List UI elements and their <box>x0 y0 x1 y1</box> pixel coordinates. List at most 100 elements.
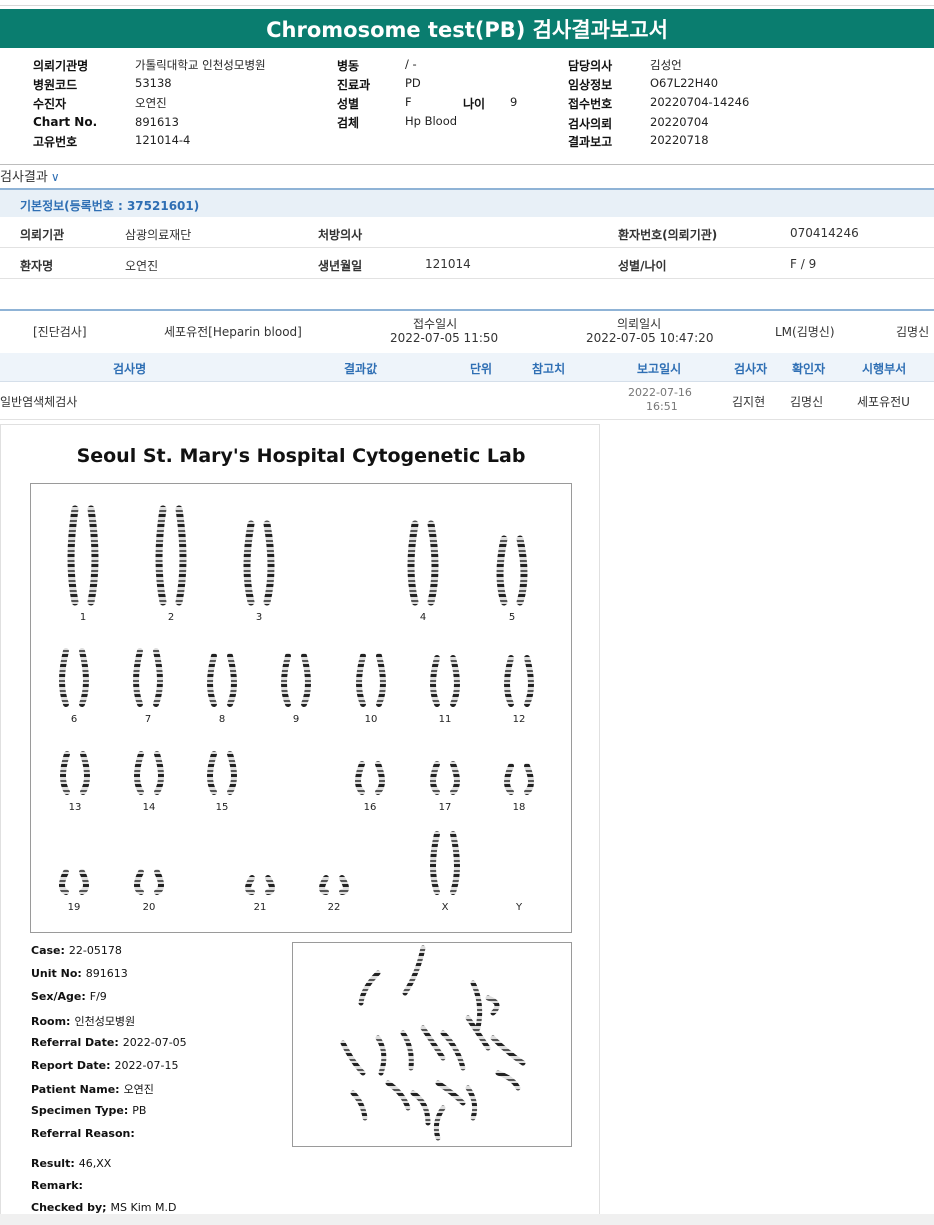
col-result: 결과값 <box>344 362 378 376</box>
cell-report-time: 16:51 <box>646 400 678 413</box>
value-chart-no: 891613 <box>135 115 179 129</box>
chromosome-18 <box>524 763 534 795</box>
label-accession-no: 접수번호 <box>568 97 613 111</box>
chromosome-14 <box>134 751 144 795</box>
result-field-label: Remark: <box>31 1179 83 1192</box>
chromosome-label: 15 <box>216 802 229 813</box>
cell-report-date: 2022-07-16 <box>628 386 692 399</box>
lab-field-label: Patient Name: <box>31 1083 120 1096</box>
chromosome-12 <box>524 655 534 707</box>
lab-field-label: Report Date: <box>31 1059 111 1072</box>
bottom-strip <box>0 1214 934 1225</box>
chromosome-2 <box>155 505 167 606</box>
chromosome-6 <box>59 648 69 707</box>
result-field: Result: 46,XX <box>31 1157 111 1170</box>
value-doctor: 김성언 <box>650 58 682 72</box>
basic-info-bar: 기본정보(등록번호 : 37521601) <box>0 188 934 217</box>
chromosome-1 <box>87 505 99 606</box>
received-value: 2022-07-05 11:50 <box>390 331 499 345</box>
chromosome-20 <box>134 869 144 895</box>
label-age: 나이 <box>463 97 486 111</box>
lab-field: Patient Name: 오연진 <box>31 1081 154 1097</box>
lab-field-label: Case: <box>31 944 65 957</box>
lab-field-label: Specimen Type: <box>31 1104 129 1117</box>
results-grid-header: 검사명 결과값 단위 참고치 보고일시 검사자 확인자 시행부서 <box>0 353 934 382</box>
chromosome-12 <box>504 655 514 707</box>
result-field: Remark: <box>31 1179 87 1192</box>
results-section-label: 검사결과 <box>0 170 48 185</box>
result-field-value: MS Kim M.D <box>110 1201 177 1214</box>
chromosome-label: 12 <box>513 714 526 725</box>
chromosome-10 <box>356 653 366 707</box>
label-specimen: 검체 <box>337 116 360 130</box>
label-patient-no: 환자번호(의뢰기관) <box>618 228 718 242</box>
basic-info-row-1: 의뢰기관 삼광의료재단 처방의사 환자번호(의뢰기관) 070414246 <box>0 217 934 248</box>
chromosome-8 <box>207 653 217 707</box>
chromosome-label: 17 <box>439 802 452 813</box>
label-report-date: 결과보고 <box>568 135 613 149</box>
value-requesting-inst: 삼광의료재단 <box>125 228 192 242</box>
chromosome-13 <box>60 751 70 795</box>
col-unit: 단위 <box>470 362 493 376</box>
lab-field: Room: 인천성모병원 <box>31 1013 135 1029</box>
label-hospital-code: 병원코드 <box>33 78 78 92</box>
cell-tester: 김지현 <box>732 395 766 409</box>
lab-field-value: PB <box>132 1104 147 1117</box>
label-unique-no: 고유번호 <box>33 135 78 149</box>
chromosome-17 <box>450 761 460 795</box>
value-specimen: Hp Blood <box>405 114 458 128</box>
chromosome-label: 21 <box>254 902 267 913</box>
value-sex-age: F / 9 <box>790 257 817 271</box>
chromosome-label: 11 <box>439 714 452 725</box>
results-section-toggle[interactable]: 검사결과 ∨ <box>0 166 60 185</box>
value-age: 9 <box>510 95 518 109</box>
value-department: PD <box>405 76 421 90</box>
chromosome-16 <box>355 761 365 795</box>
result-field-value: 46,XX <box>78 1157 112 1170</box>
chromosome-4 <box>407 520 419 606</box>
chromosome-label: Y <box>515 902 523 913</box>
value-dob: 121014 <box>425 257 471 271</box>
label-patient-name: 환자명 <box>20 259 54 273</box>
chromosome-X <box>450 831 460 895</box>
karyogram-drawing: 1 2 3 4 56 7 8 9 10 11 1213 14 15 16 17 1819 20 21 22 X Y <box>59 505 534 913</box>
chromosome-label: X <box>442 902 449 913</box>
chromosome-17 <box>430 761 440 795</box>
karyotype-report: Seoul St. Mary's Hospital Cytogenetic La… <box>0 424 600 1225</box>
lab-field-value: F/9 <box>89 990 107 1003</box>
lab-field: Referral Reason: <box>31 1127 139 1140</box>
metaphase-spread <box>292 942 572 1147</box>
chromosome-14 <box>154 751 164 795</box>
lab-field: Report Date: 2022-07-15 <box>31 1059 178 1072</box>
value-patient-no: 070414246 <box>790 226 859 240</box>
chromosome-10 <box>376 653 386 707</box>
label-patient: 수진자 <box>33 97 67 111</box>
order-specimen: 세포유전[Heparin blood] <box>164 325 302 339</box>
chromosome-2 <box>175 505 187 606</box>
chromosome-13 <box>80 751 90 795</box>
chromosome-9 <box>281 653 291 707</box>
value-institution: 가톨릭대학교 인천성모병원 <box>135 58 266 72</box>
chromosome-label: 3 <box>256 612 262 623</box>
lab-title: Seoul St. Mary's Hospital Cytogenetic La… <box>76 445 526 467</box>
chromosome-1 <box>67 505 79 606</box>
value-report-date: 20220718 <box>650 133 709 147</box>
result-field-label: Result: <box>31 1157 75 1170</box>
label-chart-no: Chart No. <box>33 115 98 129</box>
value-unique-no: 121014-4 <box>135 133 191 147</box>
value-sex: F <box>405 95 412 109</box>
lab-field-value: 22-05178 <box>68 944 122 957</box>
report-title-bar: Chromosome test(PB) 검사결과보고서 <box>0 9 934 48</box>
chromosome-6 <box>79 648 89 707</box>
karyogram: 1 2 3 4 5 6 7 8 9 10 11 12 13 14 15 16 17 18 19 20 21 22 X Y <box>30 483 572 933</box>
chromosome-label: 6 <box>71 714 77 725</box>
chromosome-19 <box>59 869 69 895</box>
label-sex-age: 성별/나이 <box>618 259 667 273</box>
cell-confirmer: 김명신 <box>790 395 824 409</box>
chromosome-21 <box>265 875 275 895</box>
chromosome-18 <box>504 763 514 795</box>
value-request-date: 20220704 <box>650 115 709 129</box>
lab-field-label: Sex/Age: <box>31 990 86 1003</box>
chromosome-label: 18 <box>513 802 526 813</box>
table-row[interactable]: 일반염색체검사 2022-07-16 16:51 김지현 김명신 세포유전U <box>0 382 934 420</box>
